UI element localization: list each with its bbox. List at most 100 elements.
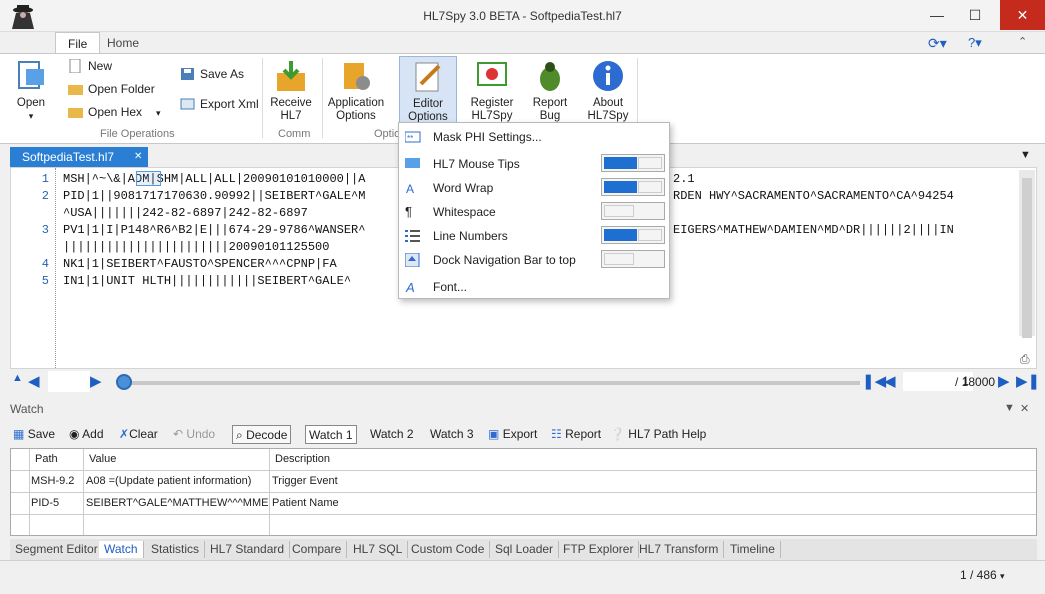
- help-icon[interactable]: ?▾: [968, 35, 982, 51]
- pin-panel-icon[interactable]: ▼: [1004, 402, 1015, 414]
- code-line[interactable]: |||||||||||||||||||||||20090101125500: [63, 240, 329, 254]
- minimize-button[interactable]: —: [922, 0, 952, 30]
- last-message-icon[interactable]: ▶❚: [1016, 372, 1040, 390]
- table-cell-path[interactable]: PID-5: [31, 493, 59, 513]
- tab-hl7-sql[interactable]: HL7 SQL: [348, 541, 409, 558]
- export-xml-button[interactable]: Export Xml: [178, 94, 259, 114]
- tab-list-dropdown-icon[interactable]: ▼: [1020, 149, 1031, 161]
- table-cell-path[interactable]: MSH-9.2: [31, 471, 74, 491]
- code-line[interactable]: PV1|1|I|P148^R6^B2|E|||674-29-9786^WANSE…: [63, 223, 365, 237]
- slider-knob[interactable]: [116, 374, 132, 390]
- clear-icon: ✗: [119, 427, 130, 441]
- report-button[interactable]: ☷ Report: [548, 425, 604, 444]
- table-cell-description[interactable]: Trigger Event: [272, 471, 338, 491]
- menu-item-word-wrap[interactable]: A Word Wrap: [399, 176, 669, 200]
- tab-file[interactable]: File: [55, 32, 101, 54]
- table-cell-value[interactable]: SEIBERT^GALE^MATTHEW^^^MME: [86, 493, 268, 513]
- tab-statistics[interactable]: Statistics: [146, 541, 206, 558]
- decode-button[interactable]: ⌕ Decode: [232, 425, 292, 444]
- next-arrow-icon[interactable]: ▶: [90, 372, 102, 390]
- document-tab[interactable]: SoftpediaTest.hl7: [10, 147, 148, 167]
- table-cell-value[interactable]: A08 =(Update patient information): [86, 471, 251, 491]
- watch3-tab[interactable]: Watch 3: [427, 425, 477, 444]
- tab-ftp-explorer[interactable]: FTP Explorer: [558, 541, 640, 558]
- tab-home[interactable]: Home: [95, 32, 151, 54]
- close-tab-icon[interactable]: ✕: [134, 151, 142, 162]
- save-as-button[interactable]: Save As: [178, 64, 244, 84]
- column-header-description[interactable]: Description: [275, 449, 330, 469]
- nav-pin-icon[interactable]: ▲: [12, 372, 23, 384]
- receive-hl7-button[interactable]: Receive HL7: [262, 56, 320, 126]
- message-count[interactable]: 1 / 486 ▾: [960, 568, 1005, 582]
- tab-sql-loader[interactable]: Sql Loader: [490, 541, 560, 558]
- open-button[interactable]: Open ▾: [2, 56, 60, 126]
- add-button[interactable]: ◉ Add: [66, 425, 107, 444]
- hl7-path-help-button[interactable]: ❔ HL7 Path Help: [607, 425, 709, 444]
- menu-item-mask-phi[interactable]: ** Mask PHI Settings...: [399, 125, 669, 149]
- register-button[interactable]: Register HL7Spy: [463, 56, 521, 126]
- menu-label: Whitespace: [433, 205, 496, 219]
- scrollbar-thumb[interactable]: [1022, 178, 1032, 338]
- toggle-word-wrap[interactable]: [601, 178, 665, 196]
- open-folder-button[interactable]: Open Folder: [66, 79, 155, 99]
- column-header-value[interactable]: Value: [89, 449, 116, 469]
- print-icon[interactable]: ⎙: [1020, 352, 1030, 367]
- row-divider: [11, 514, 1036, 515]
- code-line[interactable]: ^USA|||||||242-82-6897|242-82-6897: [63, 206, 308, 220]
- prev-message-icon[interactable]: ◀: [884, 372, 896, 390]
- group-file-operations: File Operations: [100, 128, 175, 140]
- report-bug-button[interactable]: Report Bug: [521, 56, 579, 126]
- table-cell-description[interactable]: Patient Name: [272, 493, 339, 513]
- tab-custom-code[interactable]: Custom Code: [406, 541, 491, 558]
- code-line[interactable]: MSH|^~\&|ADM|SHM|ALL|ALL|20090101010000|…: [63, 172, 365, 186]
- toggle-whitespace[interactable]: [601, 202, 665, 220]
- watch2-tab[interactable]: Watch 2: [367, 425, 417, 444]
- tab-watch[interactable]: Watch: [99, 541, 144, 558]
- clear-button[interactable]: ✗Clear: [116, 425, 161, 444]
- tab-hl7-transform[interactable]: HL7 Transform: [634, 541, 725, 558]
- code-line-fragment[interactable]: RDEN HWY^SACRAMENTO^SACRAMENTO^CA^94254: [673, 189, 954, 203]
- code-line[interactable]: PID|1||9081717170630.90992||SEIBERT^GALE…: [63, 189, 365, 203]
- tab-compare[interactable]: Compare: [287, 541, 348, 558]
- toggle-dock-nav[interactable]: [601, 250, 665, 268]
- menu-item-line-numbers[interactable]: Line Numbers: [399, 224, 669, 248]
- prev-arrow-icon[interactable]: ◀: [28, 372, 40, 390]
- column-header-path[interactable]: Path: [35, 449, 58, 469]
- code-line[interactable]: NK1|1|SEIBERT^FAUSTO^SPENCER^^^CPNP|FA: [63, 257, 337, 271]
- menu-item-whitespace[interactable]: ¶ Whitespace: [399, 200, 669, 224]
- menu-item-font[interactable]: A Font...: [399, 275, 669, 299]
- export-button[interactable]: ▣ Export: [485, 425, 540, 444]
- tab-segment-editor[interactable]: Segment Editor: [10, 541, 104, 558]
- tab-hl7-standard[interactable]: HL7 Standard: [205, 541, 291, 558]
- first-message-icon[interactable]: ❚◀: [862, 372, 886, 390]
- maximize-button[interactable]: ☐: [960, 0, 990, 30]
- save-button[interactable]: ▦ Save: [10, 425, 58, 444]
- tab-timeline[interactable]: Timeline: [725, 541, 781, 558]
- toggle-line-numbers[interactable]: [601, 226, 665, 244]
- code-line[interactable]: IN1|1|UNIT HLTH||||||||||||SEIBERT^GALE^: [63, 274, 351, 288]
- close-window-button[interactable]: ✕: [1000, 0, 1045, 30]
- close-panel-icon[interactable]: ✕: [1020, 402, 1029, 415]
- line-number: 5: [41, 274, 49, 288]
- toggle-mouse-tips[interactable]: [601, 154, 665, 172]
- watch1-tab[interactable]: Watch 1: [305, 425, 357, 444]
- editor-options-button[interactable]: Editor Options: [399, 56, 457, 126]
- menu-item-dock-nav[interactable]: Dock Navigation Bar to top: [399, 248, 669, 272]
- about-button[interactable]: About HL7Spy: [579, 56, 637, 126]
- segment-field[interactable]: [48, 371, 90, 392]
- navigation-bar: ▲ ◀ ▶ ❚◀ ◀ 1 / 18000 ▶ ▶❚: [10, 370, 1040, 394]
- message-slider[interactable]: [122, 381, 860, 385]
- collapse-ribbon-icon[interactable]: ⌃: [1018, 35, 1027, 48]
- code-line-fragment[interactable]: EIGERS^MATHEW^DAMIEN^MD^DR||||||2||||IN: [673, 223, 954, 237]
- undo-label: Undo: [186, 427, 216, 441]
- open-hex-button[interactable]: Open Hex ▾: [66, 102, 161, 122]
- new-button[interactable]: New: [66, 56, 112, 76]
- menu-item-mouse-tips[interactable]: HL7 Mouse Tips: [399, 152, 669, 176]
- refresh-icon[interactable]: ⟳▾: [928, 35, 947, 52]
- code-line-fragment[interactable]: 2.1: [673, 172, 695, 186]
- undo-icon: ↶: [173, 427, 184, 441]
- hex-folder-icon: [68, 108, 83, 118]
- undo-button[interactable]: ↶ Undo: [170, 425, 218, 444]
- application-options-button[interactable]: Application Options: [326, 56, 386, 126]
- next-message-icon[interactable]: ▶: [998, 372, 1010, 390]
